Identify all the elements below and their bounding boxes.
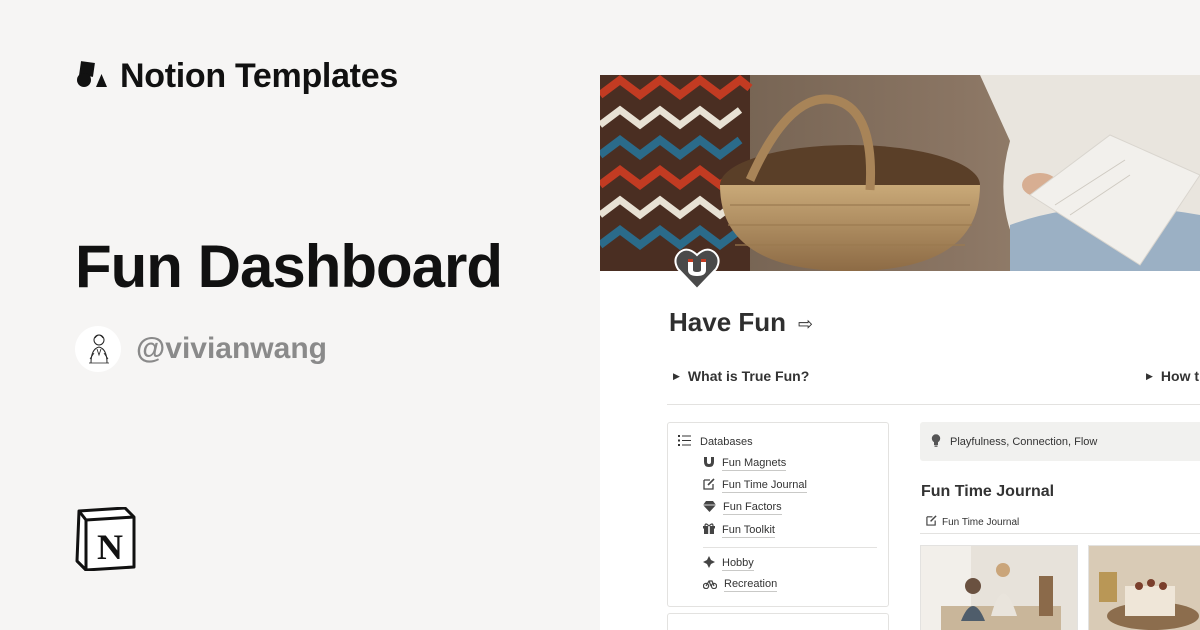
- edit-icon: [703, 478, 715, 493]
- triangle-right-icon[interactable]: ▶: [673, 371, 680, 382]
- triangle-right-icon[interactable]: ▶: [1146, 371, 1153, 382]
- avatar[interactable]: [75, 326, 121, 372]
- database-item-fun-magnets[interactable]: Fun Magnets: [703, 456, 787, 471]
- cover-image: [600, 75, 1200, 271]
- database-item-label[interactable]: Fun Toolkit: [722, 524, 775, 538]
- svg-text:N: N: [97, 527, 123, 567]
- journal-link[interactable]: Fun Time Journal: [926, 515, 1019, 529]
- database-item-label[interactable]: Fun Factors: [723, 501, 782, 515]
- journal-heading: Fun Time Journal: [921, 483, 1055, 500]
- lightbulb-icon: [931, 433, 941, 450]
- list-icon: [678, 435, 691, 449]
- database-item-hobby[interactable]: Hobby: [703, 556, 754, 571]
- databases-header-label: Databases: [700, 436, 753, 448]
- edit-icon: [926, 515, 937, 529]
- toggle-label: How t: [1160, 368, 1200, 384]
- notion-logo: N: [75, 506, 137, 576]
- database-item-label[interactable]: Recreation: [724, 578, 778, 592]
- template-title: Fun Dashboard: [75, 233, 503, 300]
- secondary-panel: [667, 613, 889, 630]
- page-title: Have Fun ⇨: [669, 307, 813, 338]
- bicycle-icon: [702, 579, 718, 592]
- toggle-what-is-true-fun[interactable]: ▶ What is True Fun?: [673, 368, 809, 384]
- magnet-icon: [703, 456, 715, 471]
- databases-divider: [703, 547, 877, 548]
- database-item-label[interactable]: Fun Time Journal: [722, 479, 807, 493]
- database-item-recreation[interactable]: Recreation: [702, 578, 778, 592]
- database-item-label[interactable]: Fun Magnets: [722, 457, 787, 471]
- journal-link-label[interactable]: Fun Time Journal: [942, 517, 1019, 528]
- page-title-text: Have Fun: [669, 307, 787, 337]
- gallery-card-2[interactable]: [1088, 545, 1200, 630]
- journal-divider: [920, 533, 1200, 534]
- dashboard-preview: Have Fun ⇨ ▶ What is True Fun? ▶ How t D…: [600, 75, 1200, 630]
- shapes-icon: [76, 60, 108, 93]
- database-item-fun-toolkit[interactable]: Fun Toolkit: [703, 523, 775, 538]
- gallery-card-1[interactable]: [920, 545, 1078, 630]
- author-handle[interactable]: @vivianwang: [136, 332, 327, 366]
- arrow-right-icon[interactable]: ⇨: [798, 314, 813, 335]
- databases-header[interactable]: Databases: [678, 435, 753, 449]
- gift-icon: [703, 523, 715, 538]
- database-item-fun-factors[interactable]: Fun Factors: [703, 501, 782, 515]
- divider: [667, 404, 1200, 405]
- gem-icon: [703, 501, 716, 515]
- callout: Playfulness, Connection, Flow: [920, 422, 1200, 461]
- databases-panel: Databases Fun Magnets Fun Time Journal F…: [667, 422, 889, 607]
- brand-name: Notion Templates: [120, 57, 398, 95]
- callout-text: Playfulness, Connection, Flow: [950, 435, 1098, 448]
- database-item-label[interactable]: Hobby: [722, 557, 754, 571]
- author[interactable]: @vivianwang: [75, 326, 327, 372]
- heart-magnet-icon[interactable]: [674, 247, 720, 296]
- toggle-label: What is True Fun?: [687, 368, 810, 384]
- database-item-fun-time-journal[interactable]: Fun Time Journal: [703, 478, 807, 493]
- brand: Notion Templates: [76, 57, 398, 96]
- compass-icon: [703, 556, 715, 571]
- toggle-how-to[interactable]: ▶ How t: [1146, 368, 1199, 384]
